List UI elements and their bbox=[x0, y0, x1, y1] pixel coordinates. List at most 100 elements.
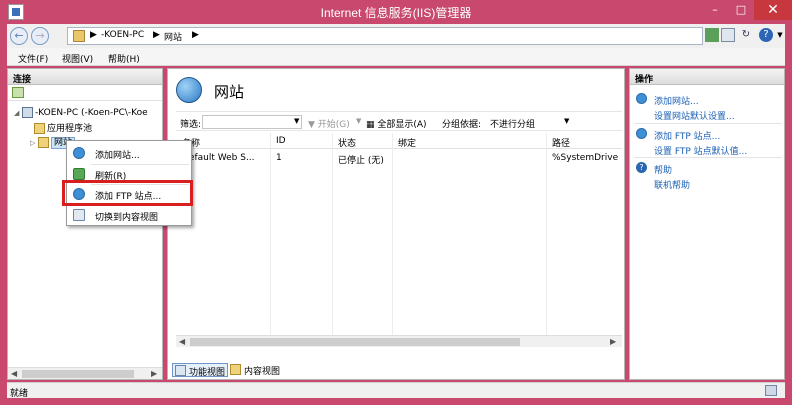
group-by-dropdown-icon[interactable]: ▼ bbox=[564, 117, 569, 125]
sites-folder-icon bbox=[38, 137, 49, 148]
breadcrumb-separator-icon: ▶ bbox=[90, 30, 97, 40]
status-bar: 就绪 bbox=[7, 382, 785, 399]
tab-features-view[interactable]: 功能视图 bbox=[172, 363, 229, 378]
scroll-left-icon[interactable]: ◀ bbox=[11, 369, 17, 378]
help-dropdown-icon[interactable]: ▼ bbox=[773, 28, 787, 42]
column-divider bbox=[392, 133, 393, 343]
add-site-icon bbox=[636, 93, 647, 104]
save-icon[interactable] bbox=[721, 28, 735, 42]
forward-button[interactable]: → bbox=[31, 27, 49, 45]
start-filter-button[interactable]: ▼ 开始(G) bbox=[308, 117, 350, 130]
tree-server-label: -KOEN-PC (-Koen-PC\-Koe bbox=[35, 108, 148, 118]
refresh-icon bbox=[73, 168, 85, 180]
breadcrumb-separator-icon: ▶ bbox=[153, 30, 160, 40]
column-status[interactable]: 状态 bbox=[338, 136, 356, 149]
title-bar: Internet 信息服务(IIS)管理器 – □ ✕ bbox=[0, 0, 792, 24]
column-divider bbox=[546, 133, 547, 343]
sites-pane: 网站 筛选: ▼ ▼ 开始(G) ▼ ▦ 全部显示(A) 分组依据: 不进行分组… bbox=[167, 68, 625, 380]
action-add-ftp[interactable]: 添加 FTP 站点... bbox=[654, 129, 720, 142]
breadcrumb-server[interactable]: -KOEN-PC bbox=[101, 30, 144, 40]
action-add-site[interactable]: 添加网站... bbox=[654, 94, 699, 107]
sites-table: 名称 ID 状态 绑定 路径 Default Web S... 1 已停止 (无… bbox=[176, 133, 622, 343]
filter-bar: 筛选: ▼ ▼ 开始(G) ▼ ▦ 全部显示(A) 分组依据: 不进行分组 ▼ bbox=[176, 111, 622, 131]
scroll-left-icon[interactable]: ◀ bbox=[179, 337, 185, 346]
add-site-icon bbox=[73, 147, 85, 159]
actions-divider bbox=[634, 157, 782, 158]
filter-label: 筛选: bbox=[180, 120, 202, 130]
cell-site-id: 1 bbox=[276, 153, 282, 163]
menu-view[interactable]: 视图(V) bbox=[62, 52, 93, 65]
column-binding[interactable]: 绑定 bbox=[398, 136, 416, 149]
server-icon bbox=[22, 107, 33, 118]
connections-scrollbar[interactable]: ◀ ▶ bbox=[8, 367, 162, 379]
tab-content-view[interactable]: 内容视图 bbox=[228, 363, 282, 377]
table-header: 名称 ID 状态 绑定 路径 bbox=[176, 133, 622, 149]
refresh-icon[interactable]: ↻ bbox=[739, 28, 753, 42]
maximize-button[interactable]: □ bbox=[728, 0, 754, 20]
connect-icon[interactable] bbox=[705, 28, 719, 42]
tree-app-pools-label: 应用程序池 bbox=[47, 124, 93, 134]
action-site-defaults[interactable]: 设置网站默认设置... bbox=[654, 109, 735, 122]
scroll-thumb[interactable] bbox=[190, 338, 520, 346]
action-online-help[interactable]: 联机帮助 bbox=[654, 178, 690, 191]
column-id[interactable]: ID bbox=[276, 136, 286, 146]
tree-server-node[interactable]: ◢ -KOEN-PC (-Koen-PC\-Koe bbox=[14, 107, 148, 118]
action-ftp-defaults[interactable]: 设置 FTP 站点默认值... bbox=[654, 144, 747, 157]
highlight-box bbox=[62, 180, 193, 206]
context-add-site[interactable]: 添加网站... bbox=[69, 143, 189, 163]
connections-toolbar bbox=[8, 85, 162, 101]
cell-site-path: %SystemDrive bbox=[552, 153, 619, 163]
filter-dropdown-icon[interactable]: ▼ bbox=[294, 117, 299, 125]
address-box[interactable]: ▶ -KOEN-PC ▶ 网站 ▶ bbox=[67, 27, 703, 45]
help-icon[interactable]: ? bbox=[759, 28, 773, 42]
iis-manager-window: Internet 信息服务(IIS)管理器 – □ ✕ ← → ▶ -KOEN-… bbox=[0, 0, 792, 405]
connections-header: 连接 bbox=[8, 69, 162, 85]
minimize-button[interactable]: – bbox=[702, 0, 728, 20]
scroll-thumb[interactable] bbox=[22, 370, 134, 378]
breadcrumb-sites[interactable]: 网站 bbox=[164, 30, 182, 43]
collapse-arrow-icon[interactable]: ◢ bbox=[14, 109, 22, 117]
expand-arrow-icon[interactable]: ▷ bbox=[30, 139, 38, 147]
action-help[interactable]: 帮助 bbox=[654, 163, 672, 176]
tab-features-view-label: 功能视图 bbox=[189, 368, 226, 378]
start-filter-label: 开始(G) bbox=[317, 120, 350, 130]
context-switch-label: 切换到内容视图 bbox=[95, 213, 159, 223]
page-title: 网站 bbox=[214, 83, 245, 101]
features-view-icon bbox=[175, 365, 186, 376]
close-button[interactable]: ✕ bbox=[754, 0, 792, 20]
filter-input[interactable] bbox=[202, 115, 302, 129]
status-text: 就绪 bbox=[10, 389, 29, 399]
create-connection-icon[interactable] bbox=[12, 87, 24, 98]
menu-bar: 文件(F) 视图(V) 帮助(H) bbox=[7, 48, 785, 66]
window-title: Internet 信息服务(IIS)管理器 bbox=[320, 6, 472, 20]
sites-globe-icon bbox=[176, 77, 202, 103]
app-pool-icon bbox=[34, 123, 45, 134]
show-all-button[interactable]: ▦ 全部显示(A) bbox=[366, 117, 427, 130]
tree-app-pools-node[interactable]: 应用程序池 bbox=[34, 121, 92, 134]
column-divider bbox=[332, 133, 333, 343]
scroll-right-icon[interactable]: ▶ bbox=[610, 337, 616, 346]
menu-file[interactable]: 文件(F) bbox=[18, 52, 48, 65]
table-scrollbar[interactable]: ◀ ▶ bbox=[176, 335, 622, 347]
help-icon: ? bbox=[636, 162, 647, 173]
cell-site-status: 已停止 (无) bbox=[338, 156, 384, 166]
column-path[interactable]: 路径 bbox=[552, 136, 570, 149]
actions-pane: 操作 添加网站... 设置网站默认设置... 添加 FTP 站点... 设置 F… bbox=[629, 68, 785, 380]
add-ftp-icon bbox=[636, 128, 647, 139]
scroll-right-icon[interactable]: ▶ bbox=[151, 369, 157, 378]
context-switch-content-view[interactable]: 切换到内容视图 bbox=[69, 205, 189, 225]
context-add-site-label: 添加网站... bbox=[95, 151, 140, 161]
cell-site-name[interactable]: Default Web S... bbox=[182, 153, 268, 163]
show-all-label: 全部显示(A) bbox=[377, 120, 427, 130]
back-button[interactable]: ← bbox=[10, 27, 28, 45]
actions-header: 操作 bbox=[630, 69, 784, 85]
group-by-select[interactable]: 不进行分组 bbox=[490, 117, 535, 130]
breadcrumb-chevron-icon[interactable]: ▶ bbox=[192, 30, 199, 40]
start-dropdown-icon[interactable]: ▼ bbox=[356, 117, 361, 125]
menu-help[interactable]: 帮助(H) bbox=[108, 52, 140, 65]
group-by-label: 分组依据: bbox=[442, 120, 482, 130]
network-status-icon bbox=[765, 385, 777, 396]
content-view-icon bbox=[73, 209, 85, 221]
tab-content-view-label: 内容视图 bbox=[244, 367, 281, 377]
actions-divider bbox=[634, 123, 782, 124]
